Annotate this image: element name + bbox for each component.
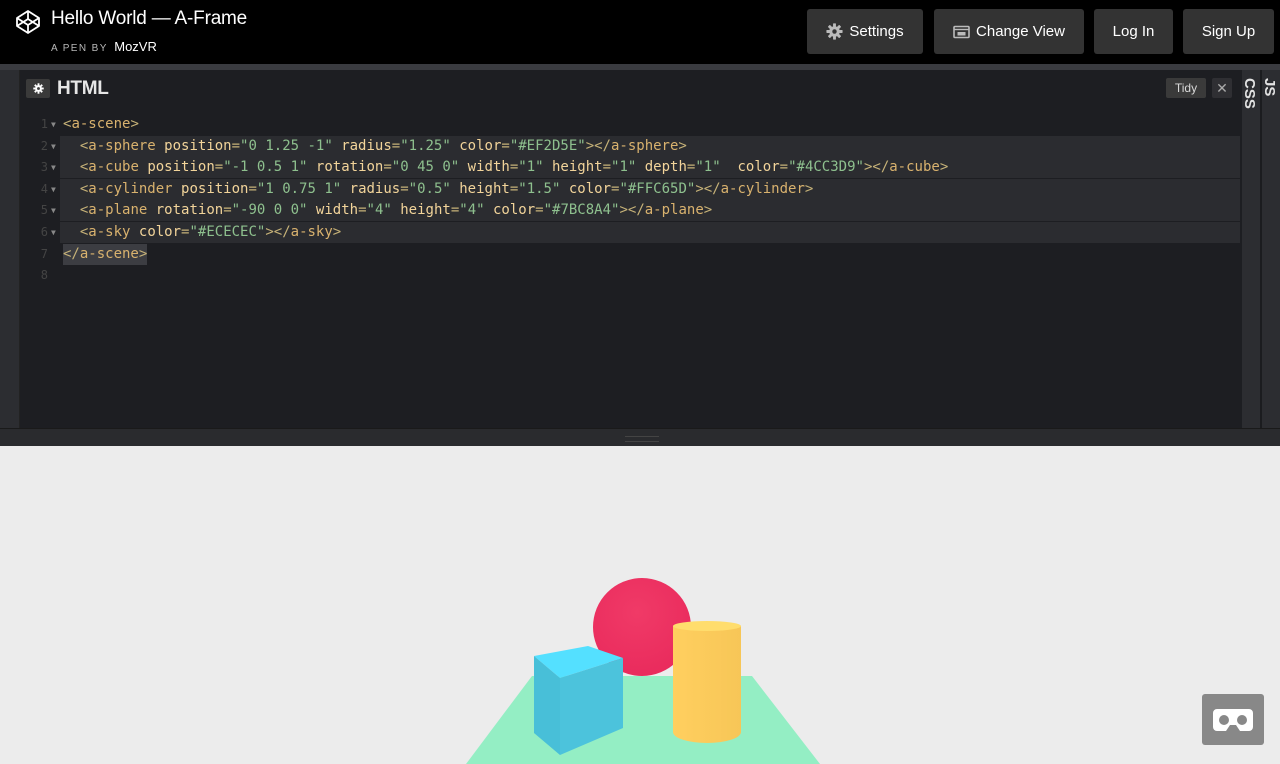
fold-arrow-icon[interactable]: ▼ (51, 200, 56, 221)
fold-arrow-icon[interactable]: ▼ (51, 136, 56, 157)
settings-label: Settings (849, 23, 904, 40)
pen-by-label: A PEN BY (51, 43, 108, 54)
code-line[interactable]: 5 ▼ <a-plane rotation="-90 0 0" width="4"… (20, 200, 1240, 221)
code-text: <a-plane rotation="-90 0 0" width="4" he… (79, 202, 713, 219)
pen-title[interactable]: Hello World — A-Frame (51, 8, 247, 30)
code-line[interactable]: 2 ▼ <a-sphere position="0 1.25 -1" radius… (20, 136, 1240, 157)
change-view-button[interactable]: Change View (934, 9, 1084, 54)
enter-vr-button[interactable] (1202, 694, 1264, 745)
html-editor-title: HTML (57, 78, 109, 99)
line-number: 4 (40, 181, 48, 196)
gear-icon (32, 83, 44, 94)
settings-button[interactable]: Settings (807, 9, 923, 54)
pen-byline: A PEN BY MozVR (51, 38, 157, 56)
code-line[interactable]: 3 ▼ <a-cube position="-1 0.5 1" rotation=… (20, 157, 1240, 178)
html-editor: HTML Tidy ✕ 1 ▼ <a-scene> 2 ▼ <a-sphere posi… (20, 70, 1242, 428)
gear-icon (826, 23, 843, 40)
editors-panel: HTML Tidy ✕ 1 ▼ <a-scene> 2 ▼ <a-sphere posi… (0, 64, 1280, 446)
ground-plane (466, 676, 820, 764)
close-icon[interactable]: ✕ (1212, 78, 1232, 98)
code-text: <a-sky color="#ECECEC"></a-sky> (79, 224, 342, 240)
tidy-button[interactable]: Tidy (1166, 78, 1206, 98)
fold-arrow-icon[interactable]: ▼ (51, 157, 56, 178)
vr-headset-icon (1213, 708, 1253, 731)
yellow-cylinder (673, 621, 741, 743)
change-view-icon (953, 25, 970, 38)
line-number: 2 (40, 138, 48, 153)
code-text: <a-sphere position="0 1.25 -1" radius="1… (79, 137, 687, 154)
result-preview[interactable] (0, 446, 1280, 764)
line-number: 6 (40, 225, 48, 239)
code-editor[interactable]: 1 ▼ <a-scene> 2 ▼ <a-sphere position="0 1.25… (20, 114, 1242, 428)
code-line[interactable]: 6 ▼ <a-sky color="#ECECEC"></a-sky> (20, 222, 1240, 243)
line-number: 7 (40, 246, 48, 261)
tab-js[interactable]: JS (1261, 78, 1278, 96)
code-line[interactable]: 4 ▼ <a-cylinder position="1 0.75 1" radiu… (20, 179, 1240, 200)
change-view-label: Change View (976, 23, 1065, 40)
resize-grip[interactable] (625, 436, 659, 442)
codepen-logo-icon[interactable] (15, 9, 41, 35)
fold-arrow-icon[interactable]: ▼ (51, 179, 56, 200)
code-line[interactable]: 1 ▼ <a-scene> (20, 114, 1240, 135)
sign-up-button[interactable]: Sign Up (1183, 9, 1274, 54)
code-text: <a-cylinder position="1 0.75 1" radius="… (79, 180, 814, 197)
tab-css[interactable]: CSS (1241, 78, 1258, 109)
html-editor-header: HTML Tidy ✕ (20, 70, 1242, 106)
fold-arrow-icon[interactable]: ▼ (51, 222, 56, 243)
code-line[interactable]: 8 (20, 265, 1240, 286)
editor-resize-handle[interactable] (0, 428, 1280, 446)
code-line[interactable]: 7 </a-scene> (20, 243, 1240, 265)
fold-arrow-icon[interactable]: ▼ (51, 114, 56, 135)
code-text: </a-scene> (63, 243, 148, 265)
tab-divider (1260, 70, 1262, 428)
top-bar: Hello World — A-Frame A PEN BY MozVR Set… (0, 0, 1280, 64)
line-number: 5 (40, 203, 48, 218)
line-number: 1 (40, 117, 48, 131)
author-link[interactable]: MozVR (114, 39, 157, 54)
line-number: 8 (40, 268, 48, 283)
aframe-scene[interactable] (0, 446, 1280, 764)
html-settings-button[interactable] (26, 79, 50, 98)
code-text: <a-scene> (63, 116, 139, 132)
log-in-button[interactable]: Log In (1094, 9, 1173, 54)
code-text: <a-cube position="-1 0.5 1" rotation="0 … (79, 159, 949, 176)
collapsed-editor-tabs: CSS JS (1241, 70, 1280, 428)
left-resize-gutter[interactable] (0, 70, 20, 428)
line-number: 3 (40, 160, 48, 175)
